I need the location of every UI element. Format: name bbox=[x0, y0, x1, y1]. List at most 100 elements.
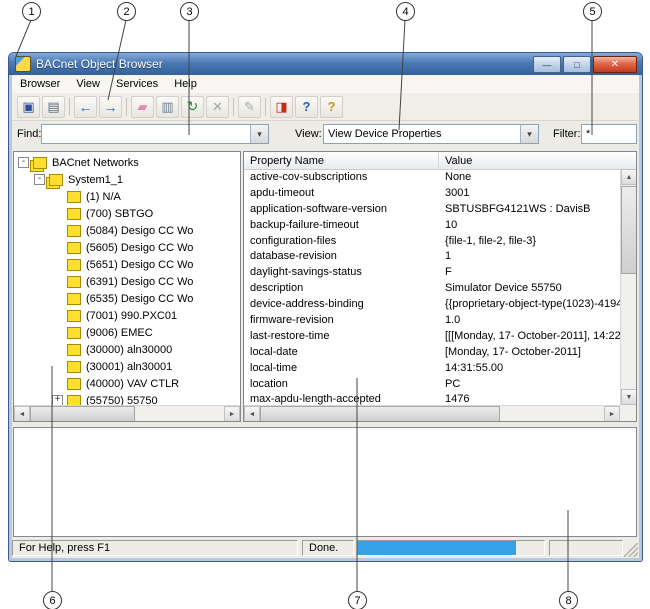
scrollbar-thumb[interactable] bbox=[621, 186, 637, 274]
property-row[interactable]: firmware-revision1.0 bbox=[244, 312, 620, 328]
property-value: 1.0 bbox=[439, 314, 620, 326]
tree-item[interactable]: (40000) VAV CTLR bbox=[14, 375, 240, 392]
dropdown-arrow-icon[interactable]: ▾ bbox=[520, 125, 538, 143]
property-row[interactable]: locationPC bbox=[244, 376, 620, 392]
property-row[interactable]: database-revision1 bbox=[244, 248, 620, 264]
property-value: SBTUSBFG4121WS : DavisB bbox=[439, 203, 620, 215]
menu-view[interactable]: View bbox=[68, 77, 108, 91]
tree-item[interactable]: (6391) Desigo CC Wo bbox=[14, 273, 240, 290]
property-row[interactable]: backup-failure-timeout10 bbox=[244, 217, 620, 233]
tree-item[interactable]: (30000) aln30000 bbox=[14, 341, 240, 358]
back-icon[interactable]: ← bbox=[74, 96, 97, 118]
menu-services[interactable]: Services bbox=[108, 77, 166, 91]
find-input[interactable] bbox=[42, 125, 250, 143]
tree-item[interactable]: (1) N/A bbox=[14, 188, 240, 205]
title-bar[interactable]: BACnet Object Browser — □ ✕ bbox=[9, 53, 642, 75]
properties-vertical-scrollbar[interactable]: ▲ ▼ bbox=[620, 169, 636, 405]
scroll-right-icon[interactable]: ► bbox=[604, 406, 620, 422]
property-value: [Monday, 17- October-2011] bbox=[439, 346, 620, 358]
network-tree-pane[interactable]: - BACnet Networks - System1_1 (1) N/A (7… bbox=[13, 151, 241, 422]
property-row[interactable]: daylight-savings-statusF bbox=[244, 264, 620, 280]
tree-item[interactable]: (7001) 990.PXC01 bbox=[14, 307, 240, 324]
status-extra-panel bbox=[549, 540, 623, 556]
scroll-down-icon[interactable]: ▼ bbox=[621, 389, 637, 405]
scroll-left-icon[interactable]: ◄ bbox=[244, 406, 260, 422]
window-title: BACnet Object Browser bbox=[36, 57, 163, 71]
close-button[interactable]: ✕ bbox=[593, 56, 637, 73]
help-context-icon[interactable]: ? bbox=[295, 96, 318, 118]
status-done-text: Done. bbox=[309, 542, 338, 554]
forward-icon[interactable]: → bbox=[99, 96, 122, 118]
menu-help[interactable]: Help bbox=[166, 77, 205, 91]
property-name: configuration-files bbox=[244, 235, 439, 247]
property-row[interactable]: active-cov-subscriptionsNone bbox=[244, 169, 620, 185]
property-name: description bbox=[244, 282, 439, 294]
scroll-left-icon[interactable]: ◄ bbox=[14, 406, 30, 422]
figure: 1 2 3 4 5 6 7 8 BACnet Object Browser — … bbox=[0, 0, 650, 609]
device-icon[interactable]: ◨ bbox=[270, 96, 293, 118]
property-row[interactable]: last-restore-time[[[Monday, 17- October-… bbox=[244, 328, 620, 344]
property-value: 14:31:55.00 bbox=[439, 362, 620, 374]
save-icon[interactable]: ▣ bbox=[17, 96, 40, 118]
network-icon bbox=[49, 174, 63, 186]
property-row[interactable]: local-time14:31:55.00 bbox=[244, 360, 620, 376]
property-row[interactable]: device-address-binding{{proprietary-obje… bbox=[244, 296, 620, 312]
tree-item[interactable]: (30001) aln30001 bbox=[14, 358, 240, 375]
tree-horizontal-scrollbar[interactable]: ◄ ► bbox=[14, 405, 240, 421]
edit-icon[interactable]: ✎ bbox=[238, 96, 261, 118]
status-progress-panel bbox=[357, 540, 545, 556]
property-row[interactable]: configuration-files{file-1, file-2, file… bbox=[244, 233, 620, 249]
preview-icon[interactable]: ▥ bbox=[156, 96, 179, 118]
maximize-button[interactable]: □ bbox=[563, 56, 591, 73]
property-value: [[[Monday, 17- October-2011], 14:22 bbox=[439, 330, 620, 342]
filter-input[interactable] bbox=[581, 124, 637, 144]
collapse-icon[interactable]: - bbox=[18, 157, 29, 168]
property-row[interactable]: application-software-versionSBTUSBFG4121… bbox=[244, 201, 620, 217]
tree-item-root[interactable]: - BACnet Networks bbox=[14, 154, 240, 171]
property-name-header[interactable]: Property Name bbox=[244, 152, 439, 169]
tree-item[interactable]: (700) SBTGO bbox=[14, 205, 240, 222]
scrollbar-thumb[interactable] bbox=[30, 406, 135, 422]
tree-item[interactable]: (6535) Desigo CC Wo bbox=[14, 290, 240, 307]
scroll-up-icon[interactable]: ▲ bbox=[621, 169, 637, 185]
print-icon[interactable]: ▤ bbox=[42, 96, 65, 118]
collapse-icon[interactable]: - bbox=[34, 174, 45, 185]
property-value: F bbox=[439, 266, 620, 278]
tree-item[interactable]: (9006) EMEC bbox=[14, 324, 240, 341]
delete-icon[interactable]: ✕ bbox=[206, 96, 229, 118]
help-icon[interactable]: ? bbox=[320, 96, 343, 118]
value-header[interactable]: Value bbox=[439, 152, 636, 169]
tree-item[interactable]: (5084) Desigo CC Wo bbox=[14, 222, 240, 239]
property-row[interactable]: max-apdu-length-accepted1476 bbox=[244, 391, 620, 405]
property-value: Simulator Device 55750 bbox=[439, 282, 620, 294]
properties-horizontal-scrollbar[interactable]: ◄ ► bbox=[244, 405, 620, 421]
tree-item-system[interactable]: - System1_1 bbox=[14, 171, 240, 188]
tree-item[interactable]: (5651) Desigo CC Wo bbox=[14, 256, 240, 273]
device-node-icon bbox=[67, 208, 81, 220]
toolbar-separator bbox=[265, 98, 266, 116]
minimize-button[interactable]: — bbox=[533, 56, 561, 73]
property-value: 10 bbox=[439, 219, 620, 231]
properties-pane[interactable]: Property Name Value active-cov-subscript… bbox=[243, 151, 637, 422]
toolbar-separator bbox=[233, 98, 234, 116]
view-combobox[interactable]: View Device Properties ▾ bbox=[323, 124, 539, 144]
scrollbar-thumb[interactable] bbox=[260, 406, 500, 422]
properties-list: active-cov-subscriptionsNone apdu-timeou… bbox=[244, 169, 620, 405]
refresh-icon[interactable]: ↻ bbox=[181, 96, 204, 118]
expand-icon[interactable]: + bbox=[52, 395, 63, 405]
menu-browser[interactable]: Browser bbox=[12, 77, 68, 91]
find-combobox[interactable]: ▾ bbox=[41, 124, 269, 144]
tree-item[interactable]: +(55750) 55750 bbox=[14, 392, 240, 405]
dropdown-arrow-icon[interactable]: ▾ bbox=[250, 125, 268, 143]
property-row[interactable]: descriptionSimulator Device 55750 bbox=[244, 280, 620, 296]
device-node-icon bbox=[67, 344, 81, 356]
erase-icon[interactable]: ▰ bbox=[131, 96, 154, 118]
tree-item[interactable]: (5605) Desigo CC Wo bbox=[14, 239, 240, 256]
property-row[interactable]: local-date[Monday, 17- October-2011] bbox=[244, 344, 620, 360]
property-row[interactable]: apdu-timeout3001 bbox=[244, 185, 620, 201]
resize-grip-icon[interactable] bbox=[624, 543, 638, 557]
property-name: local-date bbox=[244, 346, 439, 358]
device-node-icon bbox=[67, 259, 81, 271]
scroll-right-icon[interactable]: ► bbox=[224, 406, 240, 422]
callout-5: 5 bbox=[583, 2, 602, 21]
